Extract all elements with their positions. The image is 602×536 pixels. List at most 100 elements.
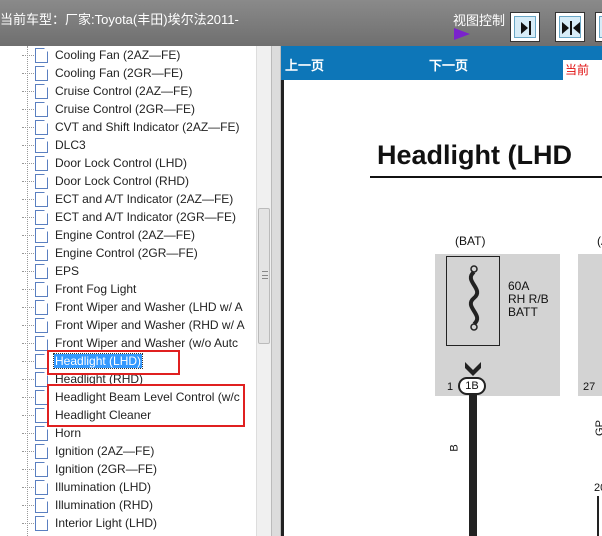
tree-item[interactable]: ECT and A/T Indicator (2GR—FE) — [22, 208, 237, 226]
fuse-block-2 — [578, 254, 602, 396]
tree-item[interactable]: Engine Control (2GR—FE) — [22, 244, 199, 262]
tree-item-label: Ignition (2AZ—FE) — [55, 444, 155, 458]
tree-item[interactable]: Cruise Control (2GR—FE) — [22, 100, 196, 118]
wire-b — [469, 386, 477, 536]
tree-item-label: Cooling Fan (2GR—FE) — [55, 66, 184, 80]
tree-item[interactable]: Ignition (2AZ—FE) — [22, 442, 155, 460]
document-icon — [35, 65, 48, 81]
tree-item-label: Door Lock Control (RHD) — [55, 174, 190, 188]
tree-item[interactable]: CVT and Shift Indicator (2AZ—FE) — [22, 118, 241, 136]
tree-item-label: EPS — [55, 264, 80, 278]
tree-item-label: Cooling Fan (2AZ—FE) — [55, 48, 181, 62]
tree-item[interactable]: Cruise Control (2AZ—FE) — [22, 82, 193, 100]
scrollbar-thumb[interactable] — [258, 208, 270, 344]
connector-1b: 1B — [458, 377, 486, 395]
document-icon — [35, 263, 48, 279]
tree-item[interactable]: EPS — [22, 262, 80, 280]
document-icon — [35, 425, 48, 441]
tree-item[interactable]: Cooling Fan (2AZ—FE) — [22, 46, 181, 64]
document-icon — [35, 515, 48, 531]
tree-item[interactable]: DLC3 — [22, 136, 87, 154]
header-bar: 当前车型：厂家:Toyota(丰田)埃尔法2011- 视图控制 — [0, 0, 602, 46]
down-arrow-icon — [465, 362, 481, 376]
tree-item-label: CVT and Shift Indicator (2AZ—FE) — [55, 120, 240, 134]
tree-item[interactable]: Front Wiper and Washer (LHD w/ A — [22, 298, 244, 316]
tree-item-label: Interior Light (LHD) — [55, 516, 158, 530]
tree-item-label: Illumination (RHD) — [55, 498, 154, 512]
document-icon — [35, 191, 48, 207]
collapse-right-button[interactable] — [595, 12, 602, 42]
tree-item-label: Cruise Control (2GR—FE) — [55, 102, 196, 116]
split-view-button[interactable] — [555, 12, 585, 42]
pin-1-label: 1 — [447, 381, 454, 393]
bat-label: (BAT) — [455, 234, 486, 248]
topic-tree: Cooling Fan (2AZ—FE) Cooling Fan (2GR—FE)… — [0, 46, 256, 536]
tree-item[interactable]: Engine Control (2AZ—FE) — [22, 226, 196, 244]
document-icon — [35, 101, 48, 117]
arrow-right-bar-icon — [521, 21, 531, 35]
document-icon — [35, 479, 48, 495]
highlight-box-headlight-beam-cleaner — [47, 384, 245, 427]
document-icon — [35, 245, 48, 261]
tree-item[interactable]: Interior Light (LHD) — [22, 514, 158, 532]
document-icon — [35, 461, 48, 477]
document-icon — [35, 443, 48, 459]
fuse-icon — [468, 265, 480, 331]
tree-item-label: Front Wiper and Washer (RHD w/ A — [55, 318, 245, 332]
document-icon — [35, 335, 48, 351]
document-icon — [35, 227, 48, 243]
tree-item-label: Front Wiper and Washer (LHD w/ A — [55, 300, 243, 314]
tree-item-label: Ignition (2GR—FE) — [55, 462, 158, 476]
panel-splitter[interactable] — [271, 46, 281, 536]
split-arrows-icon — [562, 21, 580, 35]
document-icon — [35, 155, 48, 171]
tree-item[interactable]: Door Lock Control (RHD) — [22, 172, 190, 190]
document-icon — [35, 497, 48, 513]
document-nav-bar: 上一页 下一页 当前为 — [281, 46, 602, 96]
tree-item-label: ECT and A/T Indicator (2GR—FE) — [55, 210, 236, 224]
pin-27-label: 27 — [583, 381, 596, 393]
collapse-left-button[interactable] — [510, 12, 540, 42]
gp-label: GP — [593, 420, 602, 436]
document-icon — [35, 137, 48, 153]
next-page-link[interactable]: 下一页 — [429, 55, 468, 74]
document-icon — [35, 83, 48, 99]
prev-page-link[interactable]: 上一页 — [285, 55, 324, 74]
tree-item[interactable]: ECT and A/T Indicator (2AZ—FE) — [22, 190, 234, 208]
tree-item[interactable]: Cooling Fan (2GR—FE) — [22, 64, 184, 82]
tree-item-label: Horn — [55, 426, 82, 440]
tree-item-label: Front Wiper and Washer (w/o Autc — [55, 336, 238, 350]
pin-20-label: 20 — [594, 482, 602, 494]
document-icon — [35, 119, 48, 135]
tree-item[interactable]: Front Wiper and Washer (RHD w/ A — [22, 316, 246, 334]
document-icon — [35, 173, 48, 189]
wire-right — [597, 496, 599, 536]
tree-item-label: Illumination (LHD) — [55, 480, 152, 494]
tree-item[interactable]: Door Lock Control (LHD) — [22, 154, 188, 172]
tree-item-label: Front Fog Light — [55, 282, 137, 296]
document-icon — [35, 209, 48, 225]
tree-item-label: DLC3 — [55, 138, 86, 152]
highlight-box-headlight-lhd — [47, 350, 180, 375]
tree-item[interactable]: Front Fog Light — [22, 280, 137, 298]
tree-item-label: Door Lock Control (LHD) — [55, 156, 188, 170]
tree-item-label: ECT and A/T Indicator (2AZ—FE) — [55, 192, 234, 206]
tree-item[interactable]: Illumination (RHD) — [22, 496, 154, 514]
bat2-label: (A — [597, 234, 602, 248]
document-icon — [35, 281, 48, 297]
document-icon — [35, 299, 48, 315]
document-icon — [35, 317, 48, 333]
tree-item-label: Engine Control (2GR—FE) — [55, 246, 198, 260]
view-control-label: 视图控制 — [453, 13, 506, 28]
fuse-symbol — [446, 256, 500, 346]
fuse-label: 60A RH R/B BATT — [508, 279, 549, 319]
document-icon — [35, 47, 48, 63]
tree-item-label: Engine Control (2AZ—FE) — [55, 228, 196, 242]
wire-color-label: B — [448, 444, 461, 452]
flag-icon — [454, 28, 470, 40]
tree-item[interactable]: Illumination (LHD) — [22, 478, 152, 496]
vehicle-title: 当前车型：厂家:Toyota(丰田)埃尔法2011- — [0, 12, 239, 27]
tree-item-label: Cruise Control (2AZ—FE) — [55, 84, 193, 98]
tree-item[interactable]: Ignition (2GR—FE) — [22, 460, 158, 478]
tree-scrollbar[interactable] — [256, 46, 271, 536]
